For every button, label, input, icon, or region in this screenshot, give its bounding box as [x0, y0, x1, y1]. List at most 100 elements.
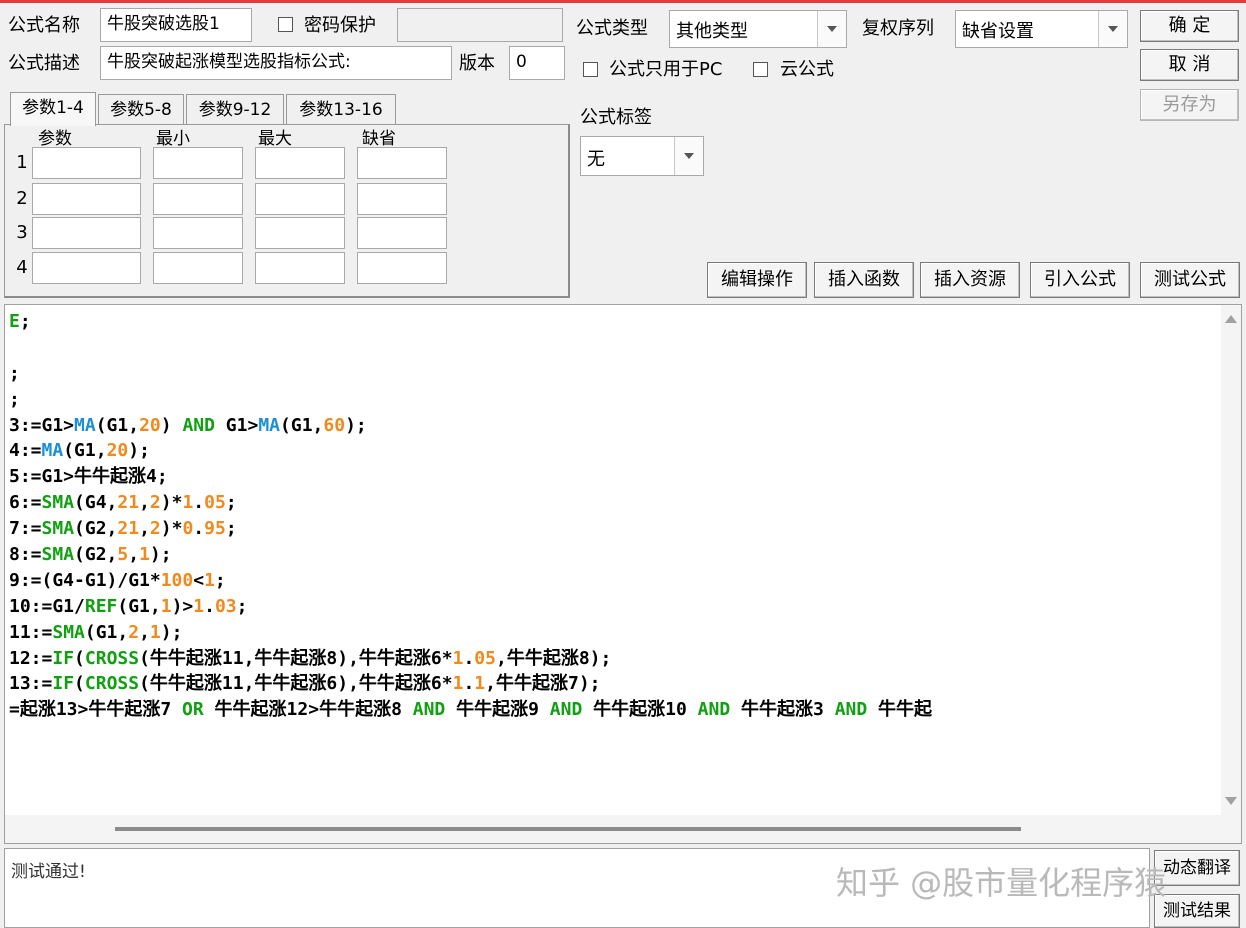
formula-type-label: 公式类型	[576, 18, 648, 39]
code-token: 60	[323, 414, 346, 436]
code-token: (牛牛起涨11,牛牛起涨8),牛牛起涨6*	[139, 647, 453, 669]
ok-button[interactable]: 确 定	[1140, 10, 1239, 42]
code-token: (G2,	[74, 544, 118, 566]
rights-series-select[interactable]: 缺省设置	[955, 10, 1128, 48]
param-2-min-input[interactable]	[153, 183, 243, 215]
code-token: REF	[84, 595, 118, 617]
version-input[interactable]: 0	[509, 46, 565, 80]
code-token: 100	[160, 569, 194, 591]
save-as-button[interactable]: 另存为	[1140, 89, 1239, 121]
code-line: ;	[9, 387, 1221, 413]
tab-params-5-8[interactable]: 参数5-8	[98, 94, 184, 126]
tab-params-1-4[interactable]: 参数1-4	[10, 92, 96, 126]
horizontal-scroll-thumb[interactable]	[115, 827, 1021, 831]
code-token: AND	[182, 414, 215, 436]
code-token: 1	[160, 595, 172, 617]
code-token: OR	[182, 699, 204, 721]
import-formula-button[interactable]: 引入公式	[1030, 262, 1130, 298]
code-token: 牛牛起	[867, 699, 933, 721]
code-token: 牛牛起涨12>牛牛起涨8	[203, 699, 413, 721]
insert-function-button[interactable]: 插入函数	[814, 262, 914, 298]
param-4-max-input[interactable]	[255, 252, 345, 284]
test-formula-button[interactable]: 测试公式	[1140, 262, 1240, 298]
rights-series-label: 复权序列	[862, 18, 934, 39]
code-token: 9:=(G4-G1)/G1*	[9, 569, 161, 591]
param-3-name-input[interactable]	[32, 217, 141, 249]
formula-name-input[interactable]: 牛股突破选股1	[100, 8, 252, 42]
insert-resource-button[interactable]: 插入资源	[920, 262, 1020, 298]
param-3-max-input[interactable]	[255, 217, 345, 249]
code-token: 5:=G1>牛牛起涨4;	[9, 466, 168, 488]
pc-only-checkbox[interactable]	[583, 62, 598, 77]
code-token: <	[193, 569, 205, 591]
formula-type-select[interactable]: 其他类型	[669, 10, 847, 48]
code-text[interactable]: E;;; 3:=G1>MA(G1,20) AND G1>MA(G1,60); 4:=…	[9, 309, 1221, 809]
code-token: )>	[171, 595, 194, 617]
param-4-name-input[interactable]	[32, 252, 141, 284]
param-3-min-input[interactable]	[153, 217, 243, 249]
formula-name-label: 公式名称	[8, 15, 80, 36]
formula-tag-select[interactable]: 无	[580, 136, 704, 176]
param-2-name-input[interactable]	[32, 183, 141, 215]
code-line: 10:=G1/REF(G1,1)>1.03;	[9, 594, 1221, 620]
code-token: ,	[139, 621, 150, 643]
edit-operations-button[interactable]: 编辑操作	[707, 262, 807, 298]
cloud-formula-label: 云公式	[780, 59, 834, 80]
code-token: AND	[697, 699, 731, 721]
param-header-default: 缺省	[362, 129, 396, 149]
code-line: 5:=G1>牛牛起涨4;	[9, 464, 1221, 490]
chevron-down-icon[interactable]	[674, 137, 703, 175]
chevron-down-icon[interactable]	[1098, 11, 1127, 47]
code-line: ;	[9, 361, 1221, 387]
code-token: ,牛牛起涨8);	[495, 647, 612, 669]
code-token: )	[160, 414, 183, 436]
scroll-down-icon[interactable]	[1225, 797, 1237, 805]
cancel-button[interactable]: 取 消	[1140, 49, 1239, 81]
code-editor[interactable]: E;;; 3:=G1>MA(G1,20) AND G1>MA(G1,60); 4:=…	[4, 304, 1242, 844]
formula-desc-input[interactable]: 牛股突破起涨模型选股指标公式:	[100, 46, 452, 80]
code-token: ;	[236, 595, 248, 617]
dynamic-translate-button[interactable]: 动态翻译	[1154, 850, 1240, 886]
code-line: =起涨13>牛牛起涨7 OR 牛牛起涨12>牛牛起涨8 AND 牛牛起涨9 AN…	[9, 697, 1221, 723]
code-token: 1	[452, 647, 464, 669]
param-4-min-input[interactable]	[153, 252, 243, 284]
horizontal-scrollbar[interactable]	[5, 815, 1241, 843]
param-1-max-input[interactable]	[255, 147, 345, 179]
code-token: 10:=G1/	[9, 595, 85, 617]
code-token: (G1,	[280, 414, 324, 436]
cloud-formula-checkbox[interactable]	[753, 62, 768, 77]
status-message: 测试通过!	[11, 862, 86, 882]
password-checkbox[interactable]	[278, 17, 293, 32]
param-3-default-input[interactable]	[357, 217, 447, 249]
code-token: .	[463, 673, 475, 695]
param-4-default-input[interactable]	[357, 252, 447, 284]
code-token: 4:=	[9, 440, 42, 462]
code-token: 20	[139, 414, 161, 436]
code-token: .	[204, 595, 215, 617]
tab-params-13-16[interactable]: 参数13-16	[286, 94, 396, 126]
code-token: CROSS	[84, 647, 140, 669]
window-top-border	[0, 0, 1246, 3]
code-token: SMA	[41, 518, 75, 540]
code-token: );	[149, 544, 172, 566]
param-1-name-input[interactable]	[32, 147, 141, 179]
password-label: 密码保护	[304, 15, 376, 36]
code-token: );	[128, 440, 150, 462]
code-token: 6:=	[9, 492, 42, 514]
test-result-button[interactable]: 测试结果	[1154, 894, 1240, 928]
param-2-default-input[interactable]	[357, 183, 447, 215]
code-token: 05	[474, 647, 496, 669]
vertical-scrollbar[interactable]	[1221, 305, 1241, 815]
password-input[interactable]	[397, 8, 563, 42]
param-1-default-input[interactable]	[357, 147, 447, 179]
scroll-up-icon[interactable]	[1225, 315, 1237, 323]
code-token: ;	[19, 311, 31, 332]
chevron-down-icon[interactable]	[817, 11, 846, 47]
tab-params-9-12[interactable]: 参数9-12	[186, 94, 284, 126]
param-2-max-input[interactable]	[255, 183, 345, 215]
code-token: 21	[117, 518, 140, 540]
param-row-number: 1	[16, 152, 28, 173]
code-token: );	[345, 414, 367, 436]
param-1-min-input[interactable]	[153, 147, 243, 179]
code-token: 05	[204, 492, 226, 514]
